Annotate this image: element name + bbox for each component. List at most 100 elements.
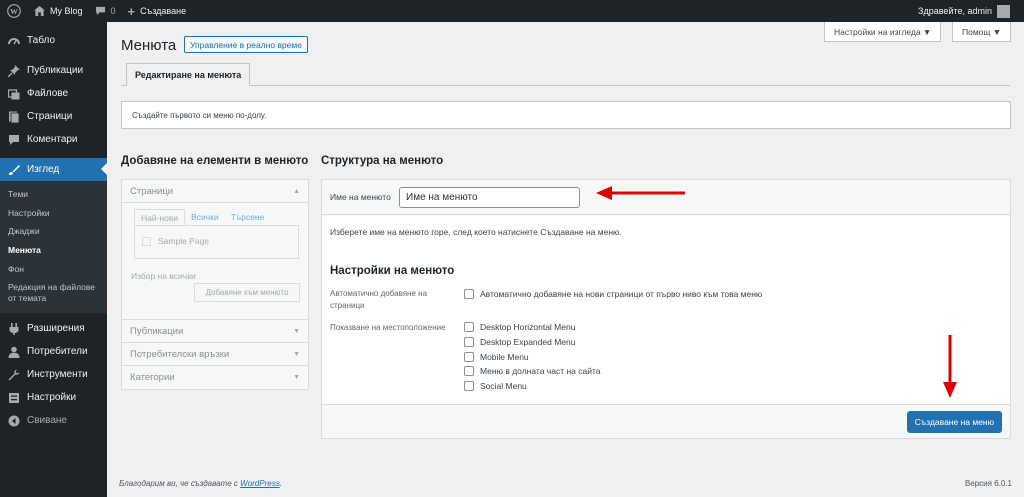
location-option-footer[interactable]: Меню в долната част на сайта — [464, 366, 601, 376]
menu-instructions: Изберете име на менюто горе, след което … — [330, 227, 622, 237]
footer-thanks-suffix: . — [279, 479, 282, 488]
sidebar-item-settings[interactable]: Настройки — [0, 386, 107, 409]
site-name-link[interactable]: My Blog — [28, 0, 89, 22]
wordpress-logo-icon[interactable]: W — [0, 0, 28, 22]
location-option-desktop-horizontal[interactable]: Desktop Horizontal Menu — [464, 322, 575, 332]
my-account-link[interactable]: Здравейте, admin — [912, 0, 1016, 22]
help-button[interactable]: Помощ ▼ — [952, 22, 1012, 42]
collapse-label: Свиване — [27, 415, 67, 427]
sidebar-item-tools[interactable]: Инструменти — [0, 363, 107, 386]
tab-view-all[interactable]: Всички — [185, 209, 225, 226]
create-menu-notice: Създайте първото си меню по-долу. — [121, 101, 1011, 129]
menu-footer: Създаване на меню — [322, 404, 1010, 438]
sidebar-item-posts[interactable]: Публикации — [0, 59, 107, 82]
tab-search[interactable]: Търсене — [225, 209, 271, 226]
comment-bubble-icon — [95, 6, 105, 16]
menu-name-input[interactable]: Име на менюто — [399, 187, 580, 208]
admin-bar: W My Blog 0 + Създаване Здравейте, admin — [0, 0, 1024, 22]
screen-options-button[interactable]: Настройки на изгледа ▼ — [824, 22, 942, 42]
sidebar-item-label: Настройки — [27, 392, 77, 404]
sidebar-item-label: Потребители — [27, 346, 88, 358]
accordion-custom-links-header[interactable]: Потребителски връзки ▼ — [122, 343, 308, 366]
pages-tabs: Най-нови Всички Търсене — [134, 209, 270, 226]
sidebar-item-plugins[interactable]: Разширения — [0, 317, 107, 340]
plus-icon: + — [127, 3, 136, 19]
sidebar-item-label: Табло — [27, 35, 56, 46]
sidebar-item-users[interactable]: Потребители — [0, 340, 107, 363]
location-option-mobile[interactable]: Mobile Menu — [464, 352, 529, 362]
site-name: My Blog — [50, 6, 83, 16]
submenu-item-theme-file-editor[interactable]: Редакция на файлове от темата — [0, 278, 107, 307]
sidebar-item-label: Изглед — [27, 164, 60, 175]
create-menu-button[interactable]: Създаване на меню — [906, 411, 1002, 433]
accordion-pages-title: Страници — [130, 185, 174, 197]
submenu-item-themes[interactable]: Теми — [0, 185, 107, 204]
submenu-item-widgets[interactable]: Джаджи — [0, 222, 107, 241]
tab-edit-menus[interactable]: Редактиране на менюта — [126, 63, 251, 86]
manage-live-preview-button[interactable]: Управление в реално време — [184, 36, 308, 53]
home-icon — [34, 6, 45, 16]
auto-add-option[interactable]: Автоматично добавяне на нови страници от… — [464, 289, 762, 299]
wordpress-link[interactable]: WordPress — [240, 479, 280, 488]
greeting: Здравейте, admin — [918, 6, 992, 16]
page-icon — [7, 110, 20, 123]
menu-structure-heading: Структура на менюто — [321, 155, 444, 167]
sidebar-item-appearance[interactable]: Изглед — [0, 158, 107, 181]
submenu-item-customize[interactable]: Настройки — [0, 204, 107, 223]
add-to-menu-button[interactable]: Добавяне към менюто — [194, 283, 300, 302]
location-label: Desktop Horizontal Menu — [480, 322, 576, 332]
collapse-menu-button[interactable]: Свиване — [0, 409, 107, 432]
select-all-link[interactable]: Избор на всички — [131, 271, 196, 281]
auto-add-label: Автоматично добавяне на страници — [330, 289, 428, 310]
location-checkbox[interactable] — [464, 366, 474, 376]
comment-icon — [7, 133, 20, 146]
pages-list-panel: Sample Page — [134, 225, 299, 259]
new-content-link[interactable]: + Създаване — [122, 0, 193, 22]
sidebar-item-label: Файлове — [27, 88, 69, 99]
footer-thanks: Благодарим ви, че създавате с WordPress. — [119, 479, 282, 488]
menu-structure-panel: Име на менюто Име на менюто Изберете име… — [321, 179, 1011, 439]
media-icon — [7, 87, 20, 100]
location-checkbox[interactable] — [464, 322, 474, 332]
tab-most-recent[interactable]: Най-нови — [134, 209, 186, 226]
caret-down-icon: ▼ — [293, 374, 300, 381]
comments-count: 0 — [110, 6, 116, 16]
location-label: Меню в долната част на сайта — [480, 366, 601, 376]
auto-add-option-label: Автоматично добавяне на нови страници от… — [480, 289, 763, 299]
sidebar-item-media[interactable]: Файлове — [0, 82, 107, 105]
location-checkbox[interactable] — [464, 381, 474, 391]
sidebar-item-label: Разширения — [27, 323, 85, 335]
submenu-item-menus[interactable]: Менюта — [0, 241, 107, 260]
sidebar-item-pages[interactable]: Страници — [0, 105, 107, 128]
location-checkbox[interactable] — [464, 352, 474, 362]
avatar — [997, 4, 1010, 18]
accordion-custom-links-title: Потребителски връзки — [130, 348, 230, 360]
location-label: Social Menu — [480, 381, 527, 391]
location-option-desktop-expanded[interactable]: Desktop Expanded Menu — [464, 337, 575, 347]
add-items-heading: Добавяне на елементи в менюто — [121, 155, 309, 167]
sidebar-item-dashboard[interactable]: Табло — [0, 29, 107, 52]
submenu-item-background[interactable]: Фон — [0, 260, 107, 279]
sample-page-checkbox[interactable] — [142, 236, 151, 246]
location-label: Desktop Expanded Menu — [480, 337, 576, 347]
accordion-pages-panel: Най-нови Всички Търсене Sample Page Избо… — [122, 203, 308, 320]
display-location-label: Показване на местоположение — [330, 323, 446, 332]
pin-icon — [7, 64, 20, 77]
main-content: Настройки на изгледа ▼ Помощ ▼ Менюта Уп… — [107, 22, 1024, 497]
accordion-categories-title: Категории — [130, 372, 175, 383]
accordion-pages-header[interactable]: Страници ▲ — [122, 180, 308, 203]
location-checkbox[interactable] — [464, 337, 474, 347]
wrench-icon — [7, 368, 20, 381]
caret-down-icon: ▼ — [293, 350, 300, 358]
accordion-posts-header[interactable]: Публикации ▼ — [122, 320, 308, 343]
page-title: Менюта — [121, 37, 177, 54]
location-option-social[interactable]: Social Menu — [464, 381, 527, 391]
comments-link[interactable]: 0 — [89, 0, 122, 22]
settings-icon — [7, 391, 20, 404]
sample-page-label: Sample Page — [158, 236, 210, 246]
sidebar-item-comments[interactable]: Коментари — [0, 128, 107, 151]
accordion-categories-header[interactable]: Категории ▼ — [122, 366, 308, 389]
caret-up-icon: ▲ — [293, 187, 300, 195]
menu-name-row: Име на менюто Име на менюто — [322, 180, 1010, 215]
auto-add-checkbox[interactable] — [464, 289, 474, 299]
